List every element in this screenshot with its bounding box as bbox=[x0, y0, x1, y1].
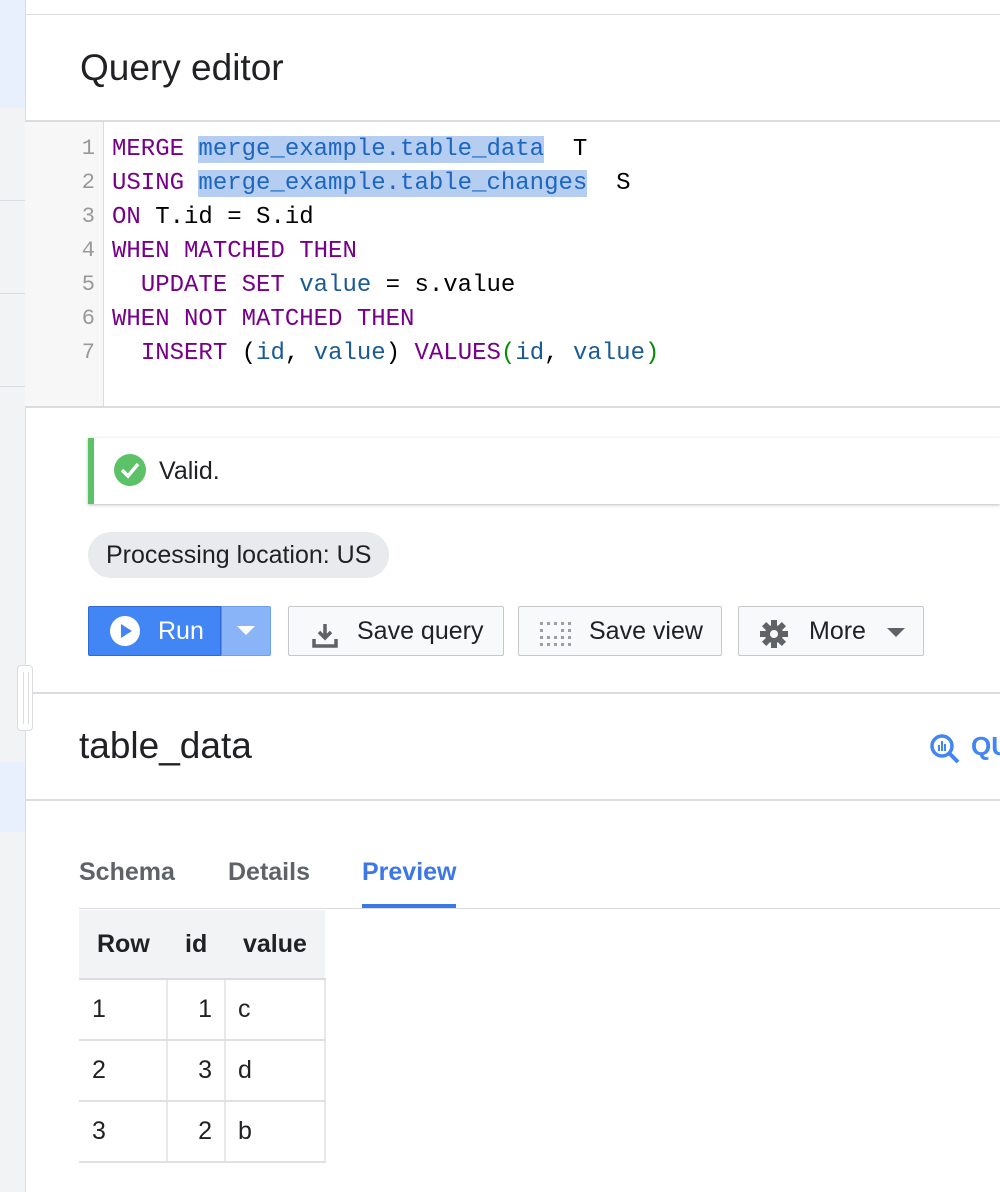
chevron-down-icon bbox=[887, 628, 905, 637]
code-line-3: ON T.id = S.id bbox=[112, 201, 314, 235]
code-token: VALUES bbox=[414, 340, 501, 367]
active-tab-indicator bbox=[362, 904, 456, 908]
code-token: USING bbox=[112, 170, 199, 197]
download-icon bbox=[311, 617, 339, 665]
more-button[interactable]: More bbox=[738, 606, 924, 656]
code-token: ) bbox=[644, 340, 660, 367]
save-view-label: Save view bbox=[589, 617, 703, 645]
code-line-6: WHEN NOT MATCHED THEN bbox=[112, 303, 414, 337]
code-token: id bbox=[256, 340, 285, 367]
code-token: value bbox=[299, 272, 372, 299]
validation-banner: Valid. bbox=[88, 438, 1000, 504]
code-token: WHEN NOT MATCHED THEN bbox=[112, 306, 415, 333]
code-token: , bbox=[284, 340, 314, 367]
code-token: MERGE bbox=[112, 136, 199, 163]
line-number: 5 bbox=[81, 272, 95, 297]
table-cell: 3 bbox=[79, 1101, 168, 1163]
line-number: 2 bbox=[81, 170, 95, 195]
code-token: WHEN MATCHED THEN bbox=[112, 238, 357, 265]
check-circle-icon bbox=[114, 454, 146, 486]
code-token: = s.value bbox=[371, 272, 516, 299]
code-token: T.id = S.id bbox=[155, 204, 314, 231]
code-token: id bbox=[515, 340, 545, 367]
code-token: value bbox=[572, 340, 645, 367]
tab-schema[interactable]: Schema bbox=[79, 858, 175, 887]
validation-message: Valid. bbox=[159, 457, 220, 485]
nav-highlight[interactable] bbox=[0, 762, 25, 832]
gear-icon bbox=[759, 617, 789, 665]
column-header: value bbox=[225, 910, 325, 980]
table-cell: d bbox=[225, 1040, 326, 1102]
code-token: ( bbox=[241, 340, 257, 367]
code-line-5: UPDATE SET value = s.value bbox=[112, 269, 515, 303]
code-line-1: MERGE merge_example.table_data T bbox=[112, 133, 587, 167]
query-icon bbox=[929, 733, 961, 772]
sql-editor[interactable]: 1 2 3 4 5 6 7 MERGE merge_example.table_… bbox=[25, 122, 1000, 406]
line-number: 3 bbox=[81, 204, 95, 229]
save-query-button[interactable]: Save query bbox=[288, 606, 504, 656]
run-options-dropdown[interactable] bbox=[221, 606, 271, 656]
code-token: ( bbox=[500, 340, 516, 367]
preview-table: Row id value 1 1 c 2 3 d 3 2 b bbox=[79, 910, 326, 1163]
top-divider bbox=[25, 14, 1000, 15]
line-number: 7 bbox=[81, 340, 95, 365]
code-token: INSERT bbox=[140, 340, 242, 367]
processing-location-chip[interactable]: Processing location: US bbox=[88, 532, 390, 578]
nav-highlight[interactable] bbox=[0, 0, 25, 108]
code-token: , bbox=[544, 340, 573, 367]
chevron-down-icon bbox=[237, 626, 255, 635]
play-icon bbox=[110, 616, 140, 646]
divider bbox=[25, 406, 1000, 408]
code-token: UPDATE SET bbox=[140, 272, 300, 299]
query-link-label: QU bbox=[971, 731, 1000, 761]
divider bbox=[25, 799, 1000, 801]
table-row: 3 2 b bbox=[79, 1101, 326, 1163]
save-view-button[interactable]: Save view bbox=[518, 606, 722, 656]
line-number: 1 bbox=[81, 136, 95, 161]
code-line-4: WHEN MATCHED THEN bbox=[112, 235, 357, 269]
more-label: More bbox=[809, 617, 866, 645]
left-nav-strip bbox=[0, 0, 26, 1192]
panel-resize-handle[interactable] bbox=[17, 665, 33, 731]
run-label: Run bbox=[158, 617, 204, 645]
table-row: 1 1 c bbox=[79, 979, 326, 1041]
divider bbox=[25, 692, 1000, 694]
code-token: merge_example.table_data bbox=[198, 136, 545, 163]
table-cell: c bbox=[225, 979, 326, 1041]
code-token: merge_example.table_changes bbox=[198, 170, 588, 197]
run-button[interactable]: Run bbox=[88, 606, 221, 656]
table-cell: 2 bbox=[167, 1101, 226, 1163]
code-token: ON bbox=[112, 204, 156, 231]
code-token: value bbox=[313, 340, 386, 367]
tabs-divider bbox=[79, 908, 1000, 909]
line-number: 4 bbox=[81, 238, 95, 263]
code-line-2: USING merge_example.table_changes S bbox=[112, 167, 631, 201]
table-cell: 3 bbox=[167, 1040, 226, 1102]
table-header-row: Row id value bbox=[79, 910, 325, 980]
tab-preview[interactable]: Preview bbox=[362, 858, 457, 887]
nav-divider bbox=[0, 200, 25, 201]
table-cell: 1 bbox=[79, 979, 168, 1041]
code-token: T bbox=[544, 136, 588, 163]
tab-details[interactable]: Details bbox=[228, 858, 310, 887]
code-token: S bbox=[587, 170, 631, 197]
code-line-7: INSERT (id, value) VALUES(id, value) bbox=[112, 337, 660, 371]
table-cell: 1 bbox=[167, 979, 226, 1041]
grid-icon bbox=[539, 617, 573, 665]
table-row: 2 3 d bbox=[79, 1040, 326, 1102]
table-cell: b bbox=[225, 1101, 326, 1163]
column-header: Row bbox=[79, 910, 167, 980]
nav-divider bbox=[0, 386, 25, 387]
table-title: table_data bbox=[79, 725, 252, 766]
table-cell: 2 bbox=[79, 1040, 168, 1102]
line-number-gutter: 1 2 3 4 5 6 7 bbox=[25, 122, 104, 406]
save-query-label: Save query bbox=[357, 617, 484, 645]
query-editor-title: Query editor bbox=[80, 47, 284, 88]
line-number: 6 bbox=[81, 306, 95, 331]
column-header: id bbox=[167, 910, 225, 980]
nav-divider bbox=[0, 293, 25, 294]
code-token: ) bbox=[385, 340, 415, 367]
